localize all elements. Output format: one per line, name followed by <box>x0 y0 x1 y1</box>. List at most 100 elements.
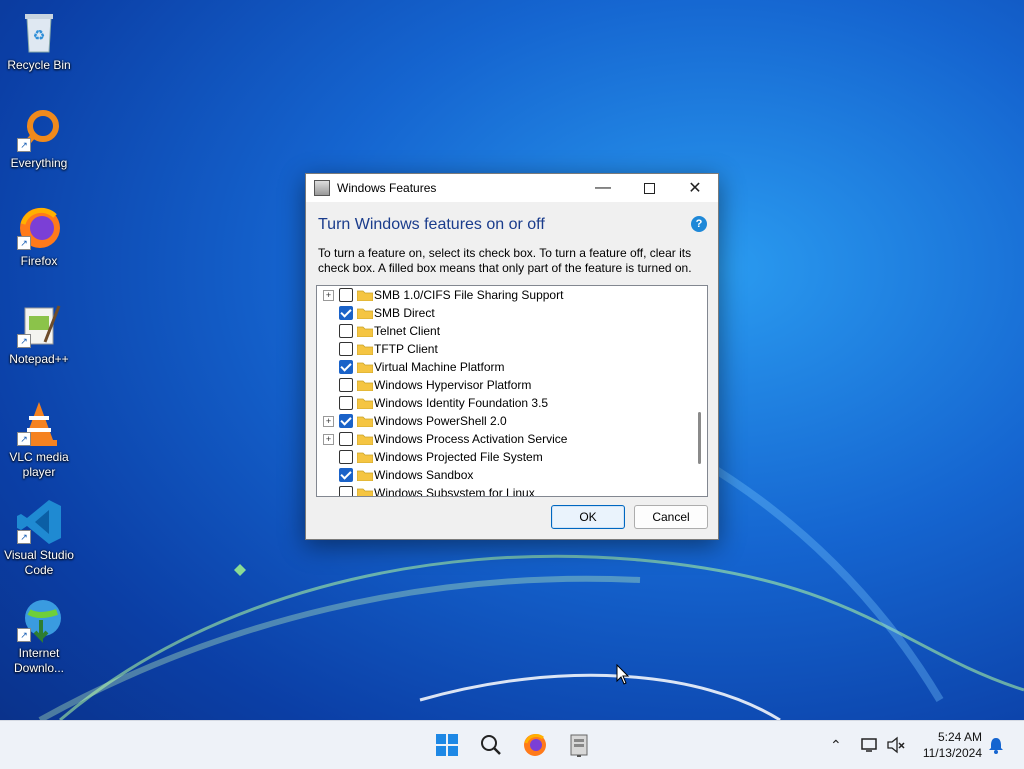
desktop-icon-label: Internet Downlo... <box>13 646 65 675</box>
folder-icon <box>357 434 373 445</box>
windows-features-icon[interactable] <box>567 733 591 757</box>
folder-icon <box>357 290 373 301</box>
expand-icon[interactable]: + <box>323 289 334 301</box>
bell-icon <box>989 738 1003 754</box>
feature-row[interactable]: + Windows Process Activation Service <box>317 430 697 448</box>
desktop-icon-vscode[interactable]: ↗ Visual Studio Code <box>2 498 76 578</box>
expand-icon[interactable]: + <box>323 433 334 445</box>
volume-muted-icon <box>887 736 905 754</box>
feature-row[interactable]: Virtual Machine Platform <box>317 358 697 376</box>
feature-label: Windows Process Activation Service <box>374 432 568 446</box>
notepadpp-icon: ↗ <box>15 302 63 350</box>
maximize-icon <box>643 182 655 194</box>
desktop-icon-notepadpp[interactable]: ↗ Notepad++ <box>2 302 76 367</box>
clock[interactable]: 5:24 AM 11/13/2024 <box>923 729 982 761</box>
dialog-heading: Turn Windows features on or off <box>318 216 545 233</box>
feature-row[interactable]: Windows Subsystem for Linux <box>317 484 697 497</box>
desktop-icon-vlc[interactable]: ↗ VLC media player <box>2 400 76 480</box>
feature-row[interactable]: Windows Hypervisor Platform <box>317 376 697 394</box>
feature-checkbox[interactable] <box>339 342 353 356</box>
chevron-up-icon: ⌃ <box>830 736 842 753</box>
feature-checkbox[interactable] <box>339 306 353 320</box>
feature-row[interactable]: + Windows PowerShell 2.0 <box>317 412 697 430</box>
folder-icon <box>357 326 373 337</box>
feature-checkbox[interactable] <box>339 324 353 338</box>
feature-label: Windows Hypervisor Platform <box>374 378 532 392</box>
shortcut-arrow-icon: ↗ <box>17 334 31 348</box>
feature-row[interactable]: Windows Sandbox <box>317 466 697 484</box>
cancel-button[interactable]: Cancel <box>634 505 708 529</box>
shortcut-arrow-icon: ↗ <box>17 138 31 152</box>
feature-checkbox[interactable] <box>339 450 353 464</box>
feature-checkbox[interactable] <box>339 396 353 410</box>
desktop-icon-recycle-bin[interactable]: ♻ Recycle Bin <box>2 8 76 73</box>
folder-icon <box>357 380 373 391</box>
feature-row[interactable]: Telnet Client <box>317 322 697 340</box>
desktop-icon-internet-download-manager[interactable]: ↗ Internet Downlo... <box>2 596 76 676</box>
notifications-button[interactable] <box>988 721 1004 769</box>
folder-icon <box>357 344 373 355</box>
folder-icon <box>357 416 373 427</box>
clock-date: 11/13/2024 <box>922 746 982 760</box>
globe-download-icon: ↗ <box>15 596 63 644</box>
desktop-icon-label: Recycle Bin <box>7 58 71 72</box>
features-list[interactable]: + SMB 1.0/CIFS File Sharing Support SMB Di… <box>316 285 708 497</box>
feature-label: Virtual Machine Platform <box>374 360 505 374</box>
maximize-button[interactable] <box>626 174 672 202</box>
volume-button[interactable] <box>886 721 906 769</box>
clock-time: 5:24 AM <box>937 730 982 744</box>
feature-checkbox[interactable] <box>339 486 353 496</box>
feature-checkbox[interactable] <box>339 432 353 446</box>
feature-label: Telnet Client <box>374 324 441 338</box>
feature-row[interactable]: Windows Identity Foundation 3.5 <box>317 394 697 412</box>
desktop-icon-label: VLC media player <box>9 450 69 479</box>
feature-checkbox[interactable] <box>339 414 353 428</box>
close-icon: ✕ <box>688 180 702 197</box>
expand-icon[interactable]: + <box>323 415 334 427</box>
windows-features-dialog: Windows Features — ✕ Turn Windows featur… <box>305 173 719 540</box>
folder-icon <box>357 362 373 373</box>
minimize-button[interactable]: — <box>580 174 626 202</box>
firefox-icon[interactable] <box>523 733 547 757</box>
feature-row[interactable]: + SMB 1.0/CIFS File Sharing Support <box>317 286 697 304</box>
shortcut-arrow-icon: ↗ <box>17 530 31 544</box>
minimize-icon: — <box>595 179 611 196</box>
ok-button[interactable]: OK <box>551 505 625 529</box>
feature-checkbox[interactable] <box>339 288 353 302</box>
feature-label: Windows Sandbox <box>374 468 474 482</box>
shortcut-arrow-icon: ↗ <box>17 628 31 642</box>
help-icon[interactable]: ? <box>691 216 707 232</box>
folder-icon <box>357 452 373 463</box>
desktop-icon-firefox[interactable]: ↗ Firefox <box>2 204 76 269</box>
feature-checkbox[interactable] <box>339 378 353 392</box>
close-button[interactable]: ✕ <box>672 174 718 202</box>
tray-overflow-button[interactable]: ⌃ <box>830 721 842 769</box>
folder-icon <box>357 488 373 496</box>
start-icon[interactable] <box>435 733 459 757</box>
feature-label: SMB 1.0/CIFS File Sharing Support <box>374 288 564 302</box>
feature-label: TFTP Client <box>374 342 438 356</box>
folder-icon <box>357 470 373 481</box>
vscode-icon: ↗ <box>15 498 63 546</box>
feature-checkbox[interactable] <box>339 468 353 482</box>
shortcut-arrow-icon: ↗ <box>17 432 31 446</box>
search-icon[interactable] <box>479 733 503 757</box>
desktop-icon-label: Everything <box>10 156 68 170</box>
dialog-titlebar[interactable]: Windows Features — ✕ <box>306 174 718 202</box>
shortcut-arrow-icon: ↗ <box>17 236 31 250</box>
feature-row[interactable]: Windows Projected File System <box>317 448 697 466</box>
feature-row[interactable]: SMB Direct <box>317 304 697 322</box>
feature-label: Windows Identity Foundation 3.5 <box>374 396 549 410</box>
network-status-button[interactable] <box>860 721 880 769</box>
firefox-icon: ↗ <box>15 204 63 252</box>
recycle-bin-icon: ♻ <box>15 8 63 56</box>
feature-checkbox[interactable] <box>339 360 353 374</box>
feature-label: Windows Subsystem for Linux <box>374 486 535 497</box>
feature-label: Windows PowerShell 2.0 <box>374 414 507 428</box>
scrollbar-thumb[interactable] <box>698 412 701 464</box>
feature-label: Windows Projected File System <box>374 450 543 464</box>
network-icon <box>861 738 877 752</box>
desktop-icon-everything[interactable]: ↗ Everything <box>2 106 76 171</box>
feature-row[interactable]: TFTP Client <box>317 340 697 358</box>
desktop-icon-label: Visual Studio Code <box>4 548 74 577</box>
